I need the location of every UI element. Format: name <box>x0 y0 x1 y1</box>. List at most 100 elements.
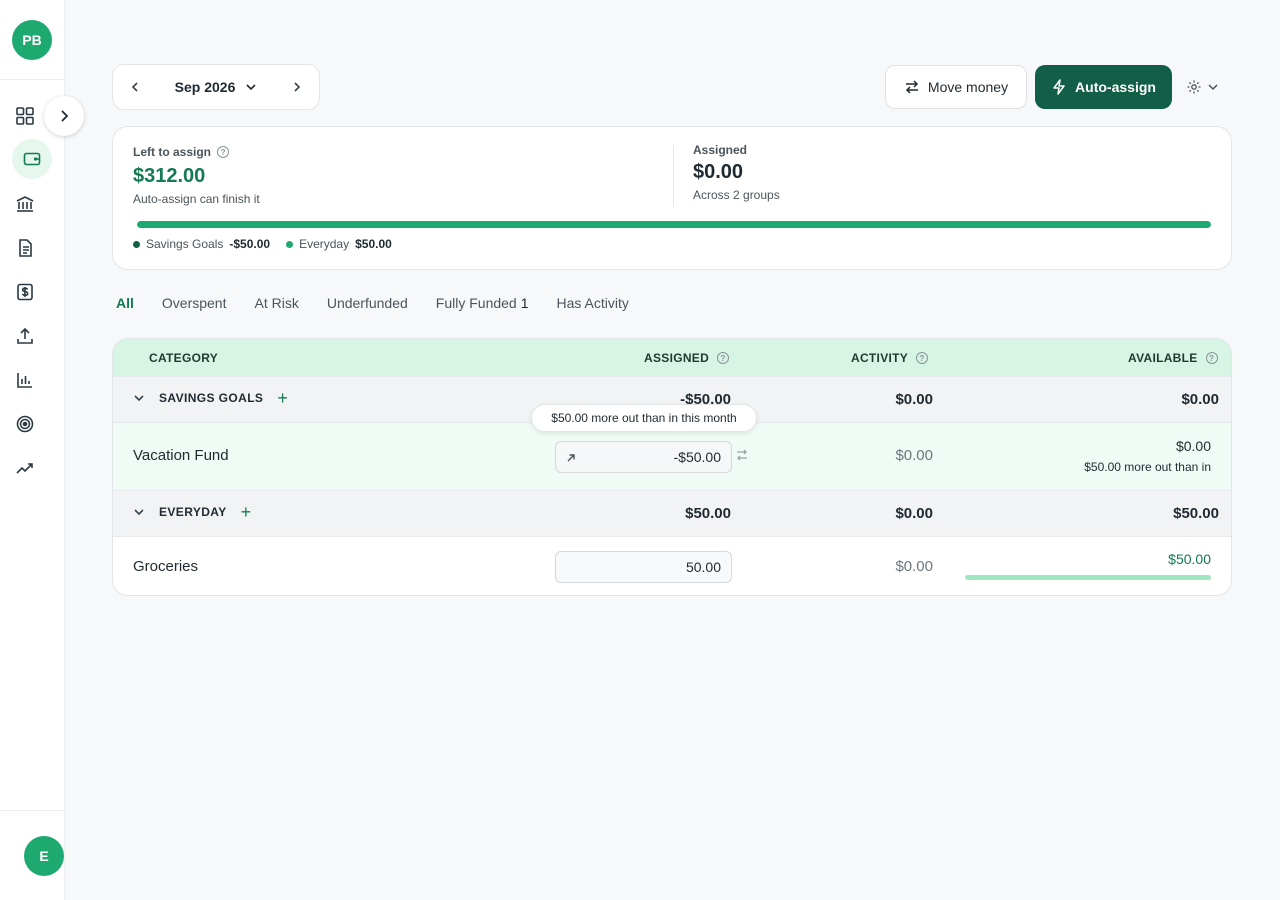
assigned-amount: $0.00 <box>693 161 744 183</box>
sidebar-divider <box>0 810 64 811</box>
move-money-label: Move money <box>927 79 1009 95</box>
bank-icon[interactable] <box>13 192 37 216</box>
overspent-tooltip: $50.00 more out than in this month <box>531 404 757 432</box>
chevron-left-icon <box>131 82 138 92</box>
header-label: CATEGORY <box>149 351 219 365</box>
group-available: $0.00 <box>1181 391 1219 408</box>
tab-all[interactable]: All <box>116 295 134 311</box>
assigned-label: Assigned <box>693 143 748 157</box>
legend-label: Savings Goals <box>146 237 224 251</box>
settings-menu-button[interactable] <box>1186 76 1226 98</box>
available-cell: $50.00 <box>1168 551 1211 567</box>
document-icon[interactable] <box>13 236 37 260</box>
category-name[interactable]: Groceries <box>133 558 198 575</box>
group-available: $50.00 <box>1173 505 1219 522</box>
funded-progress-bar <box>965 575 1211 580</box>
auto-assign-button[interactable]: Auto-assign <box>1035 65 1172 109</box>
target-icon[interactable] <box>13 412 37 436</box>
group-name: EVERYDAY <box>159 505 227 519</box>
header-label: ACTIVITY <box>851 351 909 365</box>
assigned-value: -$50.00 <box>673 449 721 465</box>
category-name[interactable]: Vacation Fund <box>133 447 229 464</box>
table-row-groceries: Groceries 50.00 $0.00 $50.00 <box>113 536 1231 595</box>
info-icon[interactable]: ? <box>717 352 730 364</box>
left-to-assign-section: Left to assign ? $312.00 Auto-assign can… <box>133 145 260 206</box>
assigned-input[interactable]: -$50.00 <box>555 441 732 473</box>
swap-icon <box>905 80 918 94</box>
tab-fully-funded[interactable]: Fully Funded 1 <box>436 295 529 311</box>
chevron-down-icon <box>246 84 256 91</box>
info-icon[interactable]: ? <box>1205 352 1218 364</box>
header-activity: ACTIVITY? <box>851 351 929 365</box>
tab-underfunded[interactable]: Underfunded <box>327 295 408 311</box>
table-header: CATEGORY ASSIGNED? ACTIVITY? AVAILABLE? <box>113 339 1231 376</box>
available-note: $50.00 more out than in <box>1084 460 1211 474</box>
group-header: SAVINGS GOALS + <box>133 389 288 407</box>
chevron-down-icon[interactable] <box>133 506 145 518</box>
group-activity: $0.00 <box>895 391 933 408</box>
upload-icon[interactable] <box>13 324 37 348</box>
left-to-assign-hint: Auto-assign can finish it <box>133 192 260 206</box>
workspace-avatar[interactable]: E <box>24 836 64 876</box>
chevron-down-icon <box>1208 84 1218 91</box>
info-icon[interactable]: ? <box>916 352 929 364</box>
funded-progress-fill <box>965 575 1211 580</box>
assign-progress-bar <box>137 221 1211 228</box>
add-category-button[interactable]: + <box>277 389 288 407</box>
chevron-right-icon <box>294 82 301 92</box>
legend-item-everyday: Everyday $50.00 <box>286 237 392 251</box>
budget-summary-card: Left to assign ? $312.00 Auto-assign can… <box>112 126 1232 270</box>
available-value: $0.00 <box>1175 438 1211 454</box>
user-avatar[interactable]: PB <box>12 20 52 60</box>
group-name: SAVINGS GOALS <box>159 391 264 405</box>
tab-label: Fully Funded <box>435 295 517 311</box>
next-month-button[interactable] <box>275 65 319 109</box>
activity-value: $0.00 <box>895 447 933 464</box>
left-to-assign-label: Left to assign <box>133 145 212 159</box>
group-row-everyday: EVERYDAY + $50.00 $0.00 $50.00 <box>113 490 1231 536</box>
available-value: $50.00 <box>1168 551 1211 567</box>
header-label: ASSIGNED <box>644 351 710 365</box>
tab-has-activity[interactable]: Has Activity <box>557 295 629 311</box>
month-label: Sep 2026 <box>174 79 236 95</box>
month-selector[interactable]: Sep 2026 <box>157 79 275 95</box>
prev-month-button[interactable] <box>113 65 157 109</box>
header-available: AVAILABLE? <box>1128 351 1218 365</box>
group-header: EVERYDAY + <box>133 503 252 521</box>
tab-at-risk[interactable]: At Risk <box>254 295 298 311</box>
trend-icon[interactable] <box>13 456 37 480</box>
filter-tabs: All Overspent At Risk Underfunded Fully … <box>116 295 629 311</box>
info-icon[interactable]: ? <box>217 146 230 158</box>
legend-value: $50.00 <box>355 237 392 251</box>
arrow-up-right-icon <box>566 450 576 466</box>
sidebar: PB E <box>0 0 65 900</box>
dollar-icon[interactable] <box>13 280 37 304</box>
move-money-button[interactable]: Move money <box>885 65 1027 109</box>
swap-icon[interactable] <box>735 448 749 467</box>
sidebar-expand-button[interactable] <box>44 96 84 136</box>
summary-legend: Savings Goals -$50.00 Everyday $50.00 <box>133 237 392 251</box>
header-label: AVAILABLE <box>1128 351 1198 365</box>
assigned-section: Assigned $0.00 Across 2 groups <box>693 143 780 202</box>
header-category: CATEGORY <box>149 351 218 365</box>
legend-item-savings-goals: Savings Goals -$50.00 <box>133 237 270 251</box>
tab-overspent[interactable]: Overspent <box>162 295 227 311</box>
assign-progress-fill <box>137 221 1211 228</box>
header-assigned: ASSIGNED? <box>644 351 730 365</box>
month-navigator: Sep 2026 <box>112 64 320 110</box>
tab-count: 1 <box>520 295 529 311</box>
wallet-icon[interactable] <box>12 139 52 179</box>
assigned-value: 50.00 <box>685 559 721 575</box>
legend-dot <box>286 240 294 248</box>
chevron-down-icon[interactable] <box>133 392 145 404</box>
bar-chart-icon[interactable] <box>13 368 37 392</box>
chevron-right-icon <box>61 110 69 122</box>
left-to-assign-amount: $312.00 <box>133 165 206 187</box>
dashboard-icon[interactable] <box>13 104 37 128</box>
summary-divider <box>673 145 674 207</box>
gear-icon <box>1187 80 1201 94</box>
available-cell: $0.00 $50.00 more out than in <box>1084 438 1211 474</box>
assigned-input[interactable]: 50.00 <box>555 551 732 583</box>
add-category-button[interactable]: + <box>241 503 252 521</box>
budget-table: CATEGORY ASSIGNED? ACTIVITY? AVAILABLE? … <box>112 338 1232 596</box>
